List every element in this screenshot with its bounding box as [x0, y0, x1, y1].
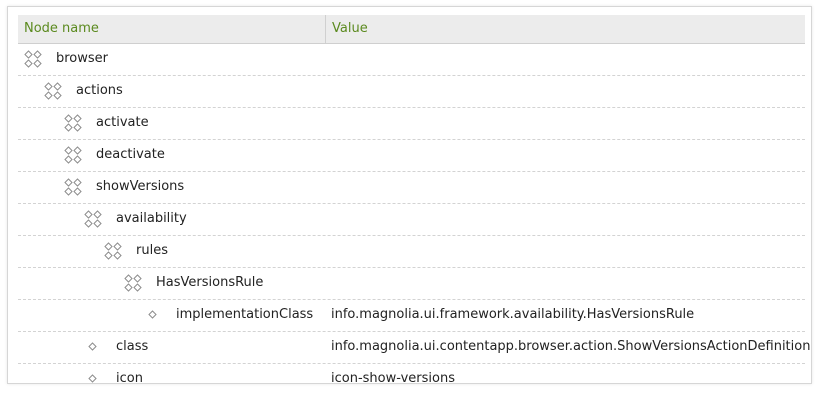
folder-node-icon[interactable]	[84, 204, 102, 234]
row-icon[interactable]: icon icon-show-versions	[18, 364, 805, 395]
folder-node-icon[interactable]	[124, 268, 142, 298]
row-implementationclass[interactable]: implementationClass info.magnolia.ui.fra…	[18, 300, 805, 332]
node-name: actions	[76, 83, 123, 98]
row-activate[interactable]: activate	[18, 108, 805, 140]
folder-node-icon[interactable]	[44, 76, 62, 106]
row-hasversionsrule[interactable]: HasVersionsRule	[18, 268, 805, 300]
node-name: deactivate	[96, 147, 165, 162]
node-name: icon	[116, 371, 143, 386]
property-icon	[148, 300, 157, 330]
node-value: info.magnolia.ui.contentapp.browser.acti…	[331, 339, 811, 354]
property-icon	[88, 364, 97, 394]
folder-node-icon[interactable]	[64, 140, 82, 170]
node-name: showVersions	[96, 179, 185, 194]
folder-node-icon[interactable]	[64, 172, 82, 202]
node-value: info.magnolia.ui.framework.availability.…	[331, 307, 695, 322]
node-name: rules	[136, 243, 168, 258]
node-name: HasVersionsRule	[156, 275, 264, 290]
property-icon	[88, 332, 97, 362]
tree-table: Node name Value browser actions activate…	[18, 15, 810, 395]
row-rules[interactable]: rules	[18, 236, 805, 268]
folder-node-icon[interactable]	[104, 236, 122, 266]
table-header: Node name Value	[18, 15, 805, 44]
column-header-node-name[interactable]: Node name	[18, 15, 326, 43]
row-browser[interactable]: browser	[18, 44, 805, 76]
folder-node-icon[interactable]	[64, 108, 82, 138]
node-name: availability	[116, 211, 187, 226]
folder-node-icon[interactable]	[24, 44, 42, 74]
row-availability[interactable]: availability	[18, 204, 805, 236]
row-deactivate[interactable]: deactivate	[18, 140, 805, 172]
node-value: icon-show-versions	[331, 371, 455, 386]
node-name: activate	[96, 115, 149, 130]
node-name: implementationClass	[176, 307, 314, 322]
row-class[interactable]: class info.magnolia.ui.contentapp.browse…	[18, 332, 810, 364]
column-header-value[interactable]: Value	[326, 15, 368, 43]
tree-table-panel: Node name Value browser actions activate…	[7, 6, 812, 386]
row-actions[interactable]: actions	[18, 76, 805, 108]
node-name: browser	[56, 51, 109, 66]
row-showversions[interactable]: showVersions	[18, 172, 805, 204]
node-name: class	[116, 339, 149, 354]
